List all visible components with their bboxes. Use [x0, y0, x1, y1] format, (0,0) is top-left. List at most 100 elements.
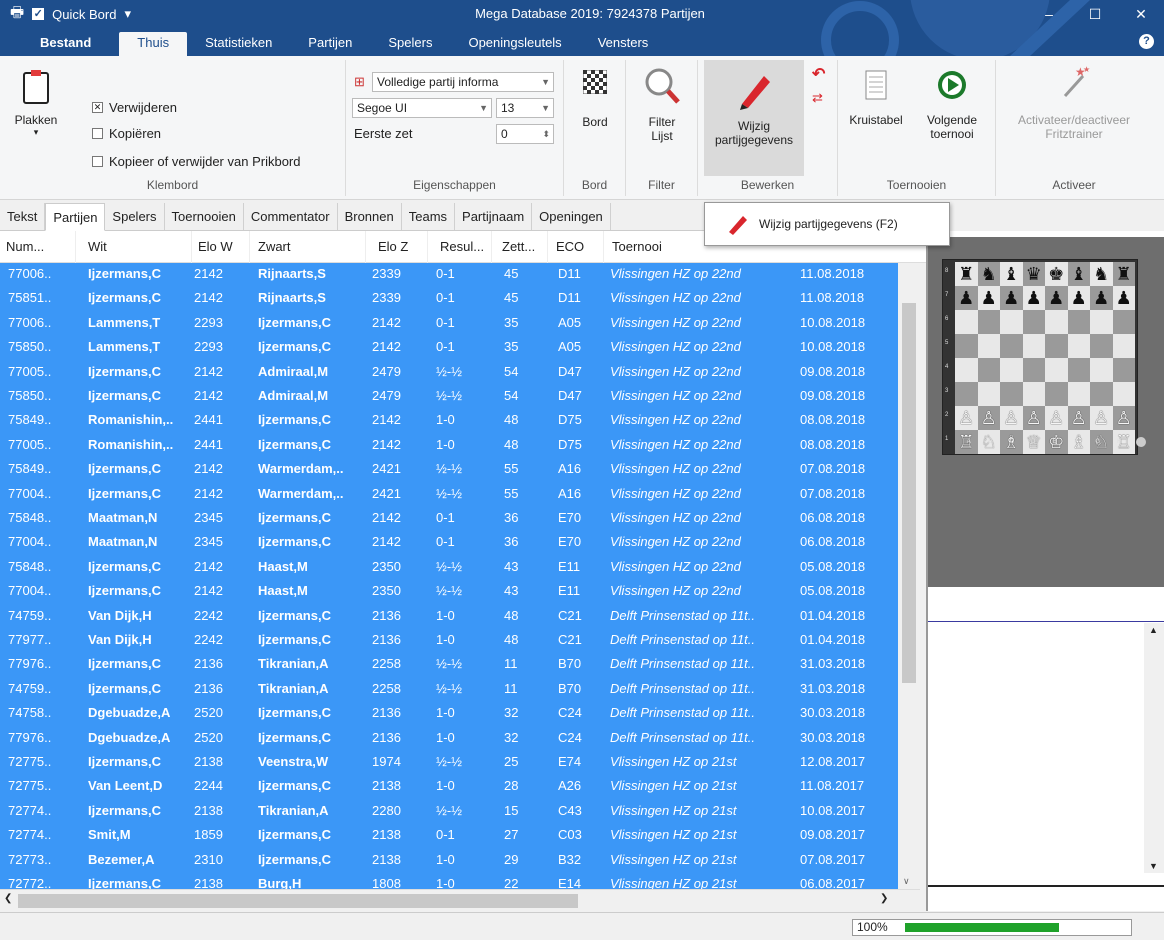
board-square[interactable] [1067, 358, 1090, 382]
table-row[interactable]: 75848.. Maatman,N 2345 Ijzermans,C 2142 0-1 36… [0, 507, 898, 529]
table-row[interactable]: 75850.. Ijzermans,C 2142 Admiraal,M 2479 ½-½ 5… [0, 385, 898, 407]
copy-button[interactable]: Kopiëren [92, 126, 161, 141]
col-eco[interactable]: ECO [550, 231, 604, 263]
table-row[interactable]: 72774.. Smit,M 1859 Ijzermans,C 2138 0-1 27 C03… [0, 824, 898, 846]
table-row[interactable]: 77004.. Ijzermans,C 2142 Warmerdam,.. 2421 ½-… [0, 483, 898, 505]
table-row[interactable]: 75848.. Ijzermans,C 2142 Haast,M 2350 ½-½ 43 E1… [0, 556, 898, 578]
board-square[interactable]: ♟ [1112, 286, 1135, 310]
board-square[interactable]: ♟ [977, 286, 1000, 310]
board-square[interactable] [1000, 358, 1023, 382]
zoom-indicator[interactable]: 100% [852, 919, 1132, 936]
board-square[interactable] [1067, 334, 1090, 358]
replace-icon[interactable]: ⇄ [812, 90, 823, 106]
vertical-scrollbar[interactable]: ∨ [898, 263, 920, 889]
board-square[interactable] [977, 358, 1000, 382]
tab-partijen[interactable]: Partijen [45, 203, 106, 231]
board-square[interactable]: ♙ [1000, 406, 1023, 430]
tab-tekst[interactable]: Tekst [0, 203, 46, 230]
table-row[interactable]: 72772.. Ijzermans,C 2138 Burg,H 1808 1-0 22 E14… [0, 873, 898, 889]
table-row[interactable]: 77005.. Ijzermans,C 2142 Admiraal,M 2479 ½-½ 5… [0, 361, 898, 383]
board-square[interactable] [1045, 382, 1068, 406]
tab-commentator[interactable]: Commentator [244, 203, 338, 230]
board-square[interactable]: ♟ [1045, 286, 1068, 310]
board-square[interactable]: ♟ [1022, 286, 1045, 310]
table-row[interactable]: 77006.. Ijzermans,C 2142 Rijnaarts,S 2339 0-1… [0, 263, 898, 285]
board-square[interactable] [1045, 334, 1068, 358]
table-row[interactable]: 77977.. Van Dijk,H 2242 Ijzermans,C 2136 1-0 4… [0, 629, 898, 651]
tab-bronnen[interactable]: Bronnen [338, 203, 402, 230]
board-square[interactable] [1000, 334, 1023, 358]
board-square[interactable] [1112, 382, 1135, 406]
menu-vensters[interactable]: Vensters [580, 32, 667, 56]
board-button[interactable]: Bord [574, 69, 616, 129]
notation-scrollbar[interactable]: ▲ ▼ [1144, 623, 1164, 873]
board-square[interactable] [1000, 310, 1023, 334]
table-row[interactable]: 77005.. Romanishin,.. 2441 Ijzermans,C 2142 1… [0, 434, 898, 456]
delete-button[interactable]: ✕ Verwijderen [92, 100, 177, 115]
board-square[interactable]: ♟ [1090, 286, 1113, 310]
menu-partijen[interactable]: Partijen [290, 32, 370, 56]
info-combo[interactable]: Volledige partij informa ▼ [372, 72, 554, 92]
board-square[interactable] [1112, 334, 1135, 358]
board-square[interactable] [955, 358, 978, 382]
board-square[interactable]: ♜ [955, 262, 978, 286]
board-square[interactable]: ♞ [977, 262, 1000, 286]
crosstable-button[interactable]: Kruistabel [844, 70, 908, 127]
board-square[interactable] [955, 310, 978, 334]
board-square[interactable]: ♟ [1067, 286, 1090, 310]
col-result[interactable]: Resul... [434, 231, 492, 263]
board-square[interactable] [1067, 310, 1090, 334]
board-square[interactable] [1022, 382, 1045, 406]
board-square[interactable]: ♝ [1067, 262, 1090, 286]
paste-arrow[interactable]: ▾ [14, 127, 58, 138]
edit-game-data-button[interactable]: Wijzig partijgegevens [704, 60, 804, 176]
table-row[interactable]: 72775.. Ijzermans,C 2138 Veenstra,W 1974 ½-½ 2… [0, 751, 898, 773]
board-square[interactable]: ♙ [977, 406, 1000, 430]
table-row[interactable]: 77976.. Ijzermans,C 2136 Tikranian,A 2258 ½-½… [0, 653, 898, 675]
col-num[interactable]: Num... [0, 231, 76, 263]
board-square[interactable] [955, 382, 978, 406]
table-row[interactable]: 77004.. Maatman,N 2345 Ijzermans,C 2142 0-1 36… [0, 531, 898, 553]
board-square[interactable]: ♙ [1112, 406, 1135, 430]
board-square[interactable] [1045, 310, 1068, 334]
table-row[interactable]: 75851.. Ijzermans,C 2142 Rijnaarts,S 2339 0-1… [0, 287, 898, 309]
menu-spelers[interactable]: Spelers [370, 32, 450, 56]
board-square[interactable]: ♟ [955, 286, 978, 310]
tab-toernooien[interactable]: Toernooien [165, 203, 244, 230]
board-square[interactable] [1022, 310, 1045, 334]
board-square[interactable]: ♚ [1045, 262, 1068, 286]
board-square[interactable]: ♛ [1022, 262, 1045, 286]
board-square[interactable]: ♜ [1112, 262, 1135, 286]
next-tournament-button[interactable]: Volgende toernooi [914, 70, 990, 141]
paste-button[interactable]: Plakken ▾ [14, 68, 58, 138]
table-row[interactable]: 74759.. Van Dijk,H 2242 Ijzermans,C 2136 1-0 4… [0, 605, 898, 627]
table-row[interactable]: 72773.. Bezemer,A 2310 Ijzermans,C 2138 1-0 29… [0, 849, 898, 871]
table-row[interactable]: 72774.. Ijzermans,C 2138 Tikranian,A 2280 ½-½… [0, 800, 898, 822]
menu-openingsleutels[interactable]: Openingsleutels [450, 32, 579, 56]
chessboard[interactable]: ♜ ♞ ♝ ♛ ♚ ♝ ♞ ♜ 8 ♟ ♟ ♟ ♟ ♟ ♟ ♟ ♟ 7 6 5 4 3 ♙ ♙ ♙ ♙ ♙ ♙ ♙ ♙ 2 ♖ ♘ ♗ ♕ ♔ ♗ ♘ ♖ 1 [942, 259, 1138, 455]
board-square[interactable] [1090, 310, 1113, 334]
first-move-stepper[interactable]: 0 ⬍ [496, 124, 554, 144]
table-row[interactable]: 77004.. Ijzermans,C 2142 Haast,M 2350 ½-½ 43 E1… [0, 580, 898, 602]
undo-icon[interactable]: ↶ [812, 64, 825, 84]
board-square[interactable] [1112, 358, 1135, 382]
board-square[interactable] [1067, 382, 1090, 406]
board-square[interactable] [1045, 358, 1068, 382]
board-square[interactable]: ♙ [1090, 406, 1113, 430]
close-button[interactable]: ✕ [1118, 0, 1164, 28]
font-combo[interactable]: Segoe UI ▼ [352, 98, 492, 118]
tab-partijnaam[interactable]: Partijnaam [455, 203, 533, 230]
arrow-down-icon[interactable]: ▼ [1149, 861, 1158, 871]
board-square[interactable]: ♝ [1000, 262, 1023, 286]
board-square[interactable]: ♙ [1022, 406, 1045, 430]
menu-statistieken[interactable]: Statistieken [187, 32, 290, 56]
board-square[interactable] [977, 382, 1000, 406]
chevron-down-icon[interactable]: ∨ [903, 876, 910, 887]
minimize-button[interactable]: – [1026, 0, 1072, 28]
table-row[interactable]: 75849.. Romanishin,.. 2441 Ijzermans,C 2142 1… [0, 409, 898, 431]
horizontal-scrollbar[interactable]: ❮ ❯ [0, 889, 920, 911]
arrow-up-icon[interactable]: ▲ [1149, 625, 1158, 635]
col-moves[interactable]: Zett... [496, 231, 548, 263]
board-square[interactable] [1090, 334, 1113, 358]
table-row[interactable]: 75849.. Ijzermans,C 2142 Warmerdam,.. 2421 ½-… [0, 458, 898, 480]
